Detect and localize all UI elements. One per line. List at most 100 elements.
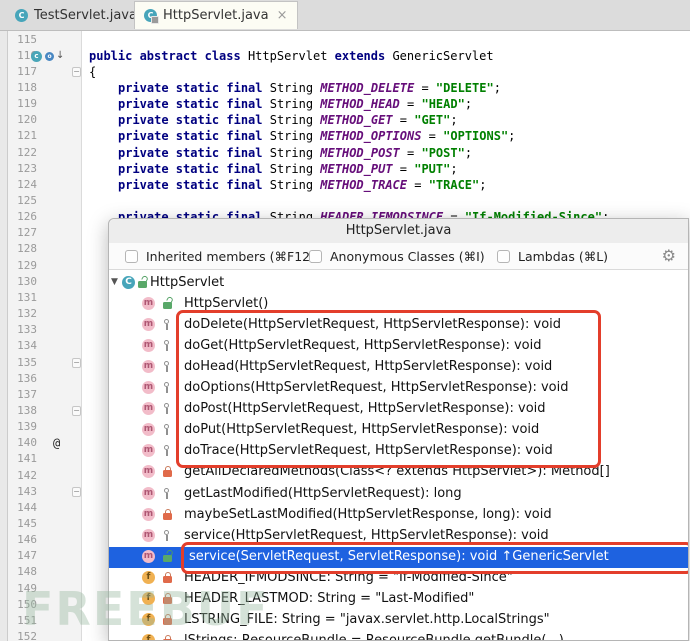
code-token: private static final [118, 97, 270, 111]
code-line: private static final String METHOD_GET =… [118, 113, 458, 127]
structure-member-list[interactable]: ▼CHttpServletmHttpServlet()mdoDelete(Htt… [109, 269, 688, 640]
line-number: 123 [10, 162, 37, 175]
tab-httpservlet[interactable]: C HttpServlet.java × [134, 1, 298, 29]
line-number: 142 [10, 469, 37, 482]
structure-row[interactable]: f HEADER_IFMODSINCE: String = "If-Modifie… [109, 568, 688, 589]
code-line: private static final String METHOD_PUT =… [118, 162, 458, 176]
code-token: String [270, 113, 321, 127]
code-token: extends [335, 49, 393, 63]
protected-visibility-icon [162, 403, 173, 416]
code-token: private static final [118, 129, 270, 143]
code-token: private static final [118, 178, 270, 192]
member-label: service(ServletRequest, ServletResponse)… [189, 549, 609, 564]
annotation-glyph: @ [53, 436, 60, 450]
line-number: 124 [10, 178, 37, 191]
filter-lambdas[interactable]: Lambdas (⌘L) [497, 243, 608, 269]
line-number: 140 [10, 436, 37, 449]
field-icon: f [142, 571, 155, 584]
fold-marker-icon[interactable]: − [72, 358, 81, 368]
filter-label: Lambdas (⌘L) [518, 249, 608, 264]
code-token: METHOD_PUT [320, 162, 392, 176]
member-label: HttpServlet() [184, 296, 268, 311]
overridden-marker-icon[interactable]: o [45, 52, 54, 61]
code-token: METHOD_OPTIONS [320, 129, 421, 143]
code-token: "PUT" [414, 162, 450, 176]
member-label: doGet(HttpServletRequest, HttpServletRes… [184, 338, 541, 353]
structure-row[interactable]: fHEADER_LASTMOD: String = "Last-Modified… [109, 589, 688, 610]
structure-row[interactable]: mgetLastModified(HttpServletRequest): lo… [109, 484, 688, 505]
structure-row[interactable]: flStrings: ResourceBundle = ResourceBund… [109, 631, 688, 640]
structure-row[interactable]: mdoDelete(HttpServletRequest, HttpServle… [109, 315, 688, 336]
structure-row[interactable]: mmaybeSetLastModified(HttpServletRespons… [109, 505, 688, 526]
line-number: 130 [10, 275, 37, 288]
filter-anonymous-classes[interactable]: Anonymous Classes (⌘I) [309, 243, 485, 269]
member-label: doOptions(HttpServletRequest, HttpServle… [184, 380, 568, 395]
structure-row[interactable]: mHttpServlet() [109, 294, 688, 315]
overridden-arrow-icon[interactable]: ↓ [56, 50, 64, 61]
structure-row[interactable]: mgetAllDeclaredMethods(Class<? extends H… [109, 462, 688, 483]
protected-visibility-icon [162, 530, 173, 543]
structure-row[interactable]: f LSTRING_FILE: String = "javax.servlet.h… [109, 610, 688, 631]
structure-row[interactable]: mservice(ServletRequest, ServletResponse… [109, 547, 688, 568]
structure-row[interactable]: mdoHead(HttpServletRequest, HttpServletR… [109, 357, 688, 378]
code-token: ; [465, 146, 472, 160]
public-visibility-icon [162, 298, 173, 311]
fold-marker-icon[interactable]: − [72, 487, 81, 497]
code-token: = [393, 162, 415, 176]
code-token: METHOD_DELETE [320, 81, 414, 95]
field-icon: f [142, 613, 155, 626]
member-label: HEADER_IFMODSINCE: String = "If-Modified… [184, 570, 513, 585]
checkbox-icon[interactable] [125, 250, 138, 263]
code-token: String [270, 162, 321, 176]
member-label: HttpServlet [150, 275, 224, 290]
member-label: doHead(HttpServletRequest, HttpServletRe… [184, 359, 552, 374]
member-label: doTrace(HttpServletRequest, HttpServletR… [184, 443, 553, 458]
structure-row[interactable]: ▼CHttpServlet [109, 273, 688, 294]
line-number: 118 [10, 81, 37, 94]
gear-icon[interactable]: ⚙ [662, 246, 676, 265]
filter-label: Inherited members (⌘F12) [146, 249, 315, 264]
code-token: = [414, 81, 436, 95]
structure-row[interactable]: mdoGet(HttpServletRequest, HttpServletRe… [109, 336, 688, 357]
code-token: "TRACE" [429, 178, 480, 192]
line-number: 139 [10, 420, 37, 433]
code-token: ; [494, 81, 501, 95]
code-line: private static final String METHOD_HEAD … [118, 97, 472, 111]
class-gutter-icon[interactable]: c [31, 51, 42, 62]
fold-marker-icon[interactable]: − [72, 406, 81, 416]
member-label: LSTRING_FILE: String = "javax.servlet.ht… [184, 612, 550, 627]
structure-row[interactable]: mservice(HttpServletRequest, HttpServlet… [109, 526, 688, 547]
line-number: 136 [10, 372, 37, 385]
protected-visibility-icon [162, 340, 173, 353]
protected-visibility-icon [162, 424, 173, 437]
expand-arrow-icon[interactable]: ▼ [111, 277, 118, 287]
structure-row[interactable]: mdoPut(HttpServletRequest, HttpServletRe… [109, 420, 688, 441]
line-number: 138 [10, 404, 37, 417]
structure-row[interactable]: mdoPost(HttpServletRequest, HttpServletR… [109, 399, 688, 420]
code-token: METHOD_TRACE [320, 178, 407, 192]
filter-inherited-members[interactable]: Inherited members (⌘F12) [125, 243, 315, 269]
code-token: String [270, 97, 321, 111]
code-token: String [270, 81, 321, 95]
method-icon: m [142, 381, 155, 394]
line-number: 128 [10, 242, 37, 255]
tab-label: TestServlet.java [34, 8, 137, 23]
line-number: 141 [10, 452, 37, 465]
line-number: 135 [10, 356, 37, 369]
code-token: String [270, 178, 321, 192]
line-number: 134 [10, 339, 37, 352]
member-label: lStrings: ResourceBundle = ResourceBundl… [184, 633, 564, 640]
code-token: public abstract class [89, 49, 248, 63]
code-token: = [421, 129, 443, 143]
fold-marker-icon[interactable]: − [72, 67, 81, 77]
structure-row[interactable]: m doOptions(HttpServletRequest, HttpServl… [109, 378, 688, 399]
code-token: = [400, 97, 422, 111]
checkbox-icon[interactable] [497, 250, 510, 263]
line-number: 115 [10, 33, 37, 46]
code-token: "POST" [421, 146, 464, 160]
close-icon[interactable]: × [277, 9, 288, 22]
line-number: 151 [10, 614, 37, 627]
line-number: 149 [10, 582, 37, 595]
checkbox-icon[interactable] [309, 250, 322, 263]
structure-row[interactable]: mdoTrace(HttpServletRequest, HttpServlet… [109, 441, 688, 462]
